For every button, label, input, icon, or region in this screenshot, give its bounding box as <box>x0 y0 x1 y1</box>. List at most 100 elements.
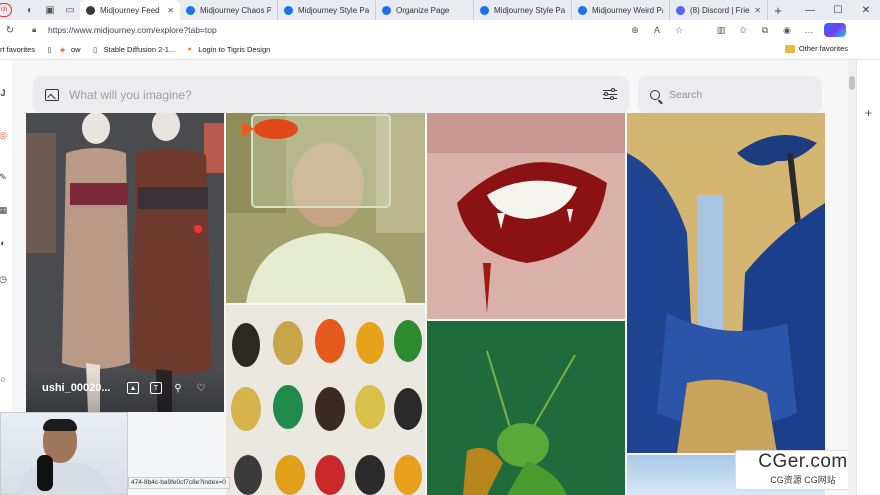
lock-icon[interactable]: 🔒︎ <box>32 25 42 35</box>
site-icon: ◈ <box>59 46 66 54</box>
tab-favicon-icon <box>86 5 95 15</box>
page-scrollbar[interactable] <box>848 60 856 495</box>
page-icon: ▯ <box>93 46 98 54</box>
tab-favicon-icon <box>382 5 391 15</box>
search-similar-icon[interactable]: ⚲ <box>172 382 184 394</box>
beetles-artwork <box>226 305 425 495</box>
workspaces-icon[interactable]: ▣ <box>40 0 60 20</box>
tab-title: Midjourney Weird Pa <box>592 5 663 15</box>
tab-title: Midjourney Feed <box>100 5 160 15</box>
other-favorites[interactable]: Other favorites <box>784 44 848 53</box>
extension-icon[interactable]: ◉ <box>776 25 798 36</box>
refresh-icon[interactable]: ↻ <box>0 25 20 36</box>
bookmark-tigris[interactable]: ● Login to Tigris Design <box>185 45 271 54</box>
tab-organize-page[interactable]: Organize Page <box>376 0 474 20</box>
favorites-icon[interactable]: ✩ <box>732 25 754 36</box>
more-menu-icon[interactable]: … <box>798 25 820 35</box>
bookmark-favorites[interactable]: rt favorites <box>0 45 35 54</box>
feed-image-vampire-lips[interactable] <box>427 113 625 319</box>
bookmark-ow[interactable]: ▯ ◈ ow <box>45 45 81 54</box>
image-placeholder[interactable] <box>128 412 226 477</box>
imagine-placeholder: What will you imagine? <box>69 87 192 102</box>
window-controls: — ☐ ✕ <box>796 0 880 20</box>
page-icon: ▯ <box>47 46 52 54</box>
grasshopper-artwork <box>427 321 625 495</box>
feed-image-beetles[interactable] <box>226 305 425 495</box>
recording-indicator[interactable]: ch <box>0 3 12 17</box>
favorite-star-icon[interactable]: ☆ <box>668 25 690 36</box>
midjourney-page: J ◎ ✎ ▦ ◐ ◷ ○ What will you imagine? Sea… <box>0 60 848 495</box>
site-icon: ● <box>187 46 192 53</box>
tab-favicon-icon <box>284 5 293 15</box>
tab-midjourney-style-1[interactable]: Midjourney Style Par <box>278 0 376 20</box>
tab-title: Organize Page <box>396 5 450 15</box>
address-actions: ⊕ A ☆ <box>624 25 690 36</box>
screen: ch ◐ ▣ ▭ Midjourney Feed ✕ Midjourney Ch… <box>0 0 880 495</box>
tab-midjourney-chaos[interactable]: Midjourney Chaos Pa <box>180 0 278 20</box>
tab-midjourney-style-2[interactable]: Midjourney Style Par <box>474 0 572 20</box>
bookmark-stable-diffusion[interactable]: ▯ Stable Diffusion 2-1... <box>91 45 175 54</box>
tab-title: Midjourney Chaos Pa <box>200 5 271 15</box>
url-text: https://www.midjourney.com/explore?tab=t… <box>48 25 217 35</box>
tab-favicon-icon <box>578 5 587 15</box>
midjourney-logo[interactable]: J <box>0 88 8 98</box>
image-upload-icon[interactable] <box>45 88 59 101</box>
use-image-icon[interactable]: ▲ <box>127 382 139 394</box>
help-icon[interactable]: ○ <box>0 374 8 384</box>
close-window-button[interactable]: ✕ <box>852 0 880 20</box>
search-placeholder: Search <box>669 88 703 101</box>
organize-icon[interactable]: ▦ <box>0 205 8 215</box>
chat-icon[interactable]: ◐ <box>0 238 8 248</box>
tab-favicon-icon <box>186 5 195 15</box>
toolbar-right: ▥ ✩ ⧉ ◉ … <box>710 23 846 37</box>
maximize-button[interactable]: ☐ <box>824 0 852 20</box>
settings-sliders-icon[interactable] <box>603 87 617 101</box>
search-input[interactable]: Search <box>638 76 822 113</box>
creator-name[interactable]: ushi_00020... <box>42 382 111 394</box>
other-favorites-label: Other favorites <box>798 44 848 53</box>
imagine-bar[interactable]: What will you imagine? <box>33 76 629 113</box>
vampire-lips-artwork <box>427 113 625 319</box>
microphone-icon <box>37 455 53 491</box>
tab-close-icon[interactable]: ✕ <box>754 6 761 15</box>
tab-actions-icon[interactable]: ▭ <box>60 0 80 20</box>
copilot-icon[interactable] <box>824 23 846 37</box>
waterfall-artwork <box>627 113 825 453</box>
watermark-main: CGer.com <box>758 451 848 472</box>
tab-midjourney-feed[interactable]: Midjourney Feed ✕ <box>80 0 180 20</box>
link-status-bar: 474-8b4c-ba9fe0cf7c8e?index=0 <box>128 477 230 489</box>
url-field[interactable]: 🔒︎ https://www.midjourney.com/explore?ta… <box>26 22 686 38</box>
tab-midjourney-weird[interactable]: Midjourney Weird Pa <box>572 0 670 20</box>
new-tab-button[interactable]: + <box>768 3 788 18</box>
feed-image-waterfall[interactable] <box>627 113 825 453</box>
use-text-icon[interactable]: T <box>150 382 162 394</box>
bookmark-label: Login to Tigris Design <box>198 45 271 54</box>
scrollbar-thumb[interactable] <box>849 76 855 90</box>
tab-favicon-icon <box>676 5 685 15</box>
minimize-button[interactable]: — <box>796 0 824 20</box>
add-sidebar-app-icon[interactable]: + <box>865 106 872 120</box>
split-screen-icon[interactable]: ▥ <box>710 25 732 36</box>
tasks-icon[interactable]: ◷ <box>0 274 8 284</box>
read-aloud-icon[interactable]: A <box>646 25 668 35</box>
bookmark-label: ow <box>71 45 81 54</box>
tab-close-icon[interactable]: ✕ <box>167 6 174 15</box>
search-icon <box>650 89 660 100</box>
tab-favicon-icon <box>480 5 489 15</box>
profile-icon[interactable]: ◐ <box>20 0 40 20</box>
feed-image-fish-boy[interactable] <box>226 113 425 303</box>
tab-discord[interactable]: (8) Discord | Friends ✕ <box>670 0 768 20</box>
tab-title: Midjourney Style Par <box>494 5 565 15</box>
tab-title: (8) Discord | Friends <box>690 5 750 15</box>
zoom-icon[interactable]: ⊕ <box>624 25 646 36</box>
tab-title: Midjourney Style Par <box>298 5 369 15</box>
create-icon[interactable]: ✎ <box>0 172 8 182</box>
tab-strip: ch ◐ ▣ ▭ Midjourney Feed ✕ Midjourney Ch… <box>0 0 880 20</box>
address-bar: ↻ 🔒︎ https://www.midjourney.com/explore?… <box>0 20 880 40</box>
collections-icon[interactable]: ⧉ <box>754 25 776 36</box>
webcam-overlay <box>0 412 128 495</box>
feed-image-grasshopper[interactable] <box>427 321 625 495</box>
tab-strip-left: ch ◐ ▣ ▭ <box>0 0 80 20</box>
explore-icon[interactable]: ◎ <box>0 130 8 140</box>
like-heart-icon[interactable]: ♡ <box>195 382 207 394</box>
